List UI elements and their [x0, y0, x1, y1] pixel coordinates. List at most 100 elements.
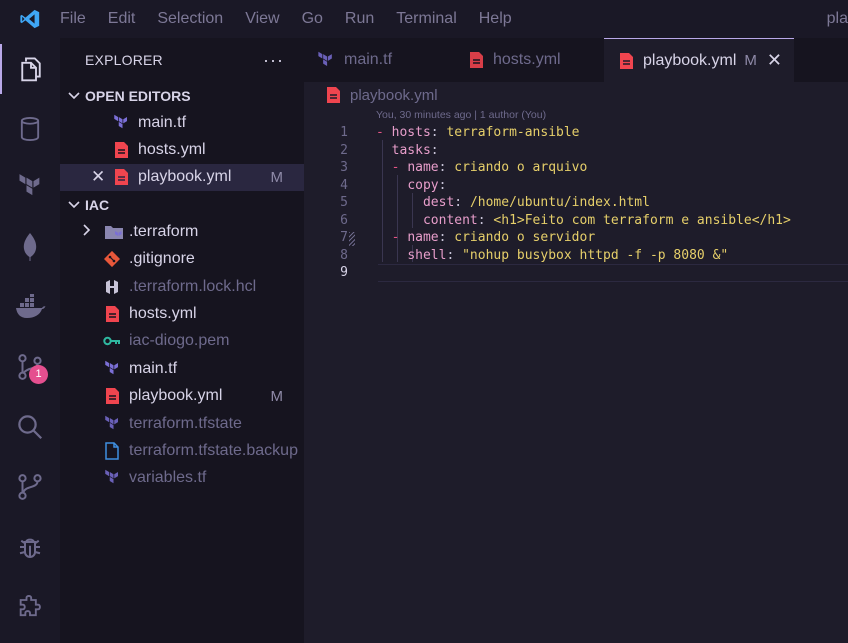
folder-header[interactable]: IAC	[60, 191, 304, 218]
file-name: playbook.yml	[129, 387, 223, 405]
key-icon	[103, 331, 121, 351]
breadcrumb-file[interactable]: playbook.yml	[350, 87, 438, 104]
files-icon[interactable]	[0, 44, 60, 94]
code-line: 6 content: <h1>Feito com terraform e ans…	[304, 212, 848, 230]
git-blame-annotation[interactable]: You, 30 minutes ago | 1 author (You)	[376, 109, 546, 121]
tree-item[interactable]: iac-diogo.pem	[60, 328, 304, 355]
yaml-icon	[326, 86, 341, 104]
terraform-icon	[112, 113, 130, 133]
tree-item[interactable]: playbook.yml M	[60, 383, 304, 410]
tab-hosts-yml[interactable]: hosts.yml	[449, 38, 604, 82]
docker-icon[interactable]	[0, 282, 60, 332]
folder-terraform-icon	[103, 222, 125, 242]
tree-item[interactable]: terraform.tfstate.backup	[60, 437, 304, 464]
explorer-header: EXPLORER ···	[60, 38, 304, 82]
tree-item[interactable]: variables.tf	[60, 465, 304, 492]
menu-selection[interactable]: Selection	[146, 0, 234, 38]
code-line-current: 9	[304, 264, 848, 282]
file-name: .terraform.lock.hcl	[129, 277, 257, 295]
menu-edit[interactable]: Edit	[97, 0, 147, 38]
vscode-logo-icon	[0, 0, 60, 38]
open-editors-label: OPEN EDITORS	[85, 87, 191, 104]
chevron-down-icon	[64, 91, 84, 100]
open-editor-item[interactable]: ✕ playbook.yml M	[60, 163, 304, 192]
yaml-icon	[112, 167, 130, 187]
yaml-icon	[103, 386, 121, 406]
line-number: 2	[340, 142, 348, 158]
activity-bar: 1	[0, 38, 60, 643]
more-actions-icon[interactable]: ···	[263, 50, 284, 71]
file-name: hosts.yml	[129, 305, 197, 323]
explorer-title: EXPLORER	[85, 52, 163, 68]
tab-label: hosts.yml	[493, 51, 561, 68]
yaml-icon	[619, 52, 634, 70]
tab-label: main.tf	[344, 51, 393, 68]
file-name: main.tf	[138, 113, 187, 131]
code-line: 7 - name: criando o servidor	[304, 229, 848, 247]
menu-go[interactable]: Go	[291, 0, 334, 38]
file-name: variables.tf	[129, 469, 207, 487]
menu-run[interactable]: Run	[334, 0, 385, 38]
window-title: pla	[826, 10, 848, 27]
tab-playbook-yml[interactable]: playbook.yml M ✕	[604, 38, 794, 82]
menu-terminal[interactable]: Terminal	[385, 0, 467, 38]
modified-badge: M	[270, 168, 284, 186]
close-icon[interactable]: ✕	[91, 167, 105, 187]
code-line: 8 shell: "nohup busybox httpd -f -p 8080…	[304, 247, 848, 265]
code-line: 3 - name: criando o arquivo	[304, 159, 848, 177]
modified-badge: M	[744, 52, 757, 69]
tree-item[interactable]: main.tf	[60, 355, 304, 382]
breadcrumb: playbook.yml	[304, 82, 848, 108]
tab-main-tf[interactable]: main.tf	[304, 38, 449, 82]
database-icon[interactable]	[0, 104, 60, 154]
tree-item-folder[interactable]: .terraform	[60, 218, 304, 245]
line-number: 1	[340, 125, 348, 140]
search-icon[interactable]	[0, 402, 60, 452]
git-icon	[103, 249, 121, 269]
yaml-icon	[469, 51, 484, 69]
extensions-icon[interactable]	[0, 582, 60, 632]
terraform-icon[interactable]	[0, 162, 60, 212]
explorer-sidebar: EXPLORER ··· OPEN EDITORS main.tf hosts.…	[60, 38, 304, 643]
modified-badge: M	[270, 387, 284, 405]
code-line: 4 copy:	[304, 177, 848, 195]
menu-view[interactable]: View	[234, 0, 290, 38]
close-tab-icon[interactable]: ✕	[767, 50, 782, 71]
open-editor-item[interactable]: main.tf	[60, 109, 304, 136]
file-icon	[103, 441, 121, 461]
terraform-icon	[103, 359, 121, 379]
tree-item[interactable]: .terraform.lock.hcl	[60, 273, 304, 300]
code-line: 1 - hosts: terraform-ansible	[304, 124, 848, 142]
line-number: 5	[340, 195, 348, 210]
tree-item[interactable]: hosts.yml	[60, 300, 304, 327]
menu-bar: File Edit Selection View Go Run Terminal…	[60, 0, 523, 38]
yaml-icon	[112, 140, 130, 160]
file-name: terraform.tfstate.backup	[129, 441, 298, 459]
line-number: 8	[340, 247, 348, 263]
mongodb-leaf-icon[interactable]	[0, 222, 60, 272]
open-editors-header[interactable]: OPEN EDITORS	[60, 82, 304, 109]
line-number: 6	[340, 212, 348, 228]
git-graph-icon[interactable]	[0, 462, 60, 512]
debug-icon[interactable]	[0, 522, 60, 572]
chevron-down-icon	[64, 201, 84, 209]
tab-label: playbook.yml	[643, 51, 737, 69]
file-name: main.tf	[129, 359, 178, 377]
menu-file[interactable]: File	[60, 0, 97, 38]
title-bar: File Edit Selection View Go Run Terminal…	[0, 0, 848, 38]
tree-item[interactable]: .gitignore	[60, 246, 304, 273]
line-number: 7	[340, 230, 348, 245]
tree-item[interactable]: terraform.tfstate	[60, 410, 304, 437]
terraform-icon	[103, 414, 121, 434]
folder-label: IAC	[85, 196, 110, 213]
line-number: 3	[340, 160, 348, 175]
code-line: 5 dest: /home/ubuntu/index.html	[304, 194, 848, 212]
line-number: 4	[340, 177, 348, 193]
code-line: 2 tasks:	[304, 142, 848, 160]
menu-help[interactable]: Help	[468, 0, 523, 38]
file-name: terraform.tfstate	[129, 414, 242, 432]
open-editor-item[interactable]: hosts.yml	[60, 136, 304, 163]
file-name: hosts.yml	[138, 141, 206, 159]
source-control-icon[interactable]: 1	[0, 342, 60, 392]
code-editor[interactable]: You, 30 minutes ago | 1 author (You) 1 -…	[304, 108, 848, 643]
